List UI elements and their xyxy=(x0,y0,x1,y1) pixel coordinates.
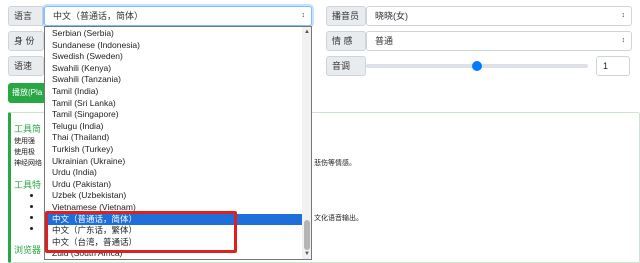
emotion-label: 情 感 xyxy=(326,31,366,51)
browser-heading: 浏览器 xyxy=(14,245,42,255)
dropdown-scrollbar[interactable]: ▲ ▼ xyxy=(302,27,311,259)
language-option[interactable]: Serbian (Serbia) xyxy=(45,28,302,40)
speed-label: 语速 xyxy=(8,56,44,76)
updown-caret-icon: ↕ xyxy=(621,12,626,19)
intro-line-2: 使用极 xyxy=(14,149,35,156)
language-select-value: 中文（普通话，简体） xyxy=(53,11,144,21)
language-label: 语言 xyxy=(8,6,44,26)
bullet xyxy=(30,216,33,219)
pitch-value: 1 xyxy=(596,56,630,76)
language-option[interactable]: Tamil (India) xyxy=(45,86,302,98)
intro-line-3-tail: 悲伤等情感。 xyxy=(314,160,356,167)
language-option[interactable]: Swahili (Kenya) xyxy=(45,63,302,75)
emotion-select[interactable]: 普通 ↕ xyxy=(366,31,632,51)
voice-label: 播音员 xyxy=(326,6,366,26)
language-option[interactable]: Ukrainian (Ukraine) xyxy=(45,156,302,168)
intro-line-3: 神经网络 xyxy=(14,160,42,167)
language-option[interactable]: Telugu (India) xyxy=(45,121,302,133)
bullet xyxy=(30,227,33,230)
voice-select-value: 晓晓(女) xyxy=(375,11,408,21)
voice-select[interactable]: 晓晓(女) ↕ xyxy=(366,6,632,26)
bullet xyxy=(30,205,33,208)
identity-label: 身 份 xyxy=(8,31,44,51)
language-option[interactable]: Urdu (India) xyxy=(45,167,302,179)
scroll-up-arrow-icon[interactable]: ▲ xyxy=(302,27,311,37)
scroll-down-arrow-icon[interactable]: ▼ xyxy=(302,249,311,259)
language-option[interactable]: Thai (Thailand) xyxy=(45,132,302,144)
language-option[interactable]: Tamil (Sri Lanka) xyxy=(45,98,302,110)
language-option[interactable]: Urdu (Pakistan) xyxy=(45,179,302,191)
language-option[interactable]: Swahili (Tanzania) xyxy=(45,74,302,86)
language-option[interactable]: Sundanese (Indonesia) xyxy=(45,40,302,52)
features-heading: 工具特 xyxy=(14,180,42,190)
language-select[interactable]: 中文（普通话，简体） ↕ xyxy=(44,6,312,26)
play-button[interactable]: 播放(Pla xyxy=(8,83,48,103)
emotion-select-value: 普通 xyxy=(375,36,394,46)
pitch-slider-thumb[interactable] xyxy=(472,61,482,71)
pitch-label: 音调 xyxy=(326,56,366,76)
language-option[interactable]: Uzbek (Uzbekistan) xyxy=(45,190,302,202)
features-line-tail: 文化语音输出。 xyxy=(314,215,363,222)
intro-line-1: 使用强 xyxy=(14,138,35,145)
scrollbar-thumb[interactable] xyxy=(304,220,310,250)
updown-caret-icon: ↕ xyxy=(301,12,306,19)
bullet xyxy=(30,194,33,197)
language-option[interactable]: Turkish (Turkey) xyxy=(45,144,302,156)
intro-heading: 工具简 xyxy=(14,124,42,134)
language-option[interactable]: Tamil (Singapore) xyxy=(45,109,302,121)
annotation-highlight-box xyxy=(45,211,237,253)
updown-caret-icon: ↕ xyxy=(621,37,626,44)
language-option[interactable]: Swedish (Sweden) xyxy=(45,51,302,63)
